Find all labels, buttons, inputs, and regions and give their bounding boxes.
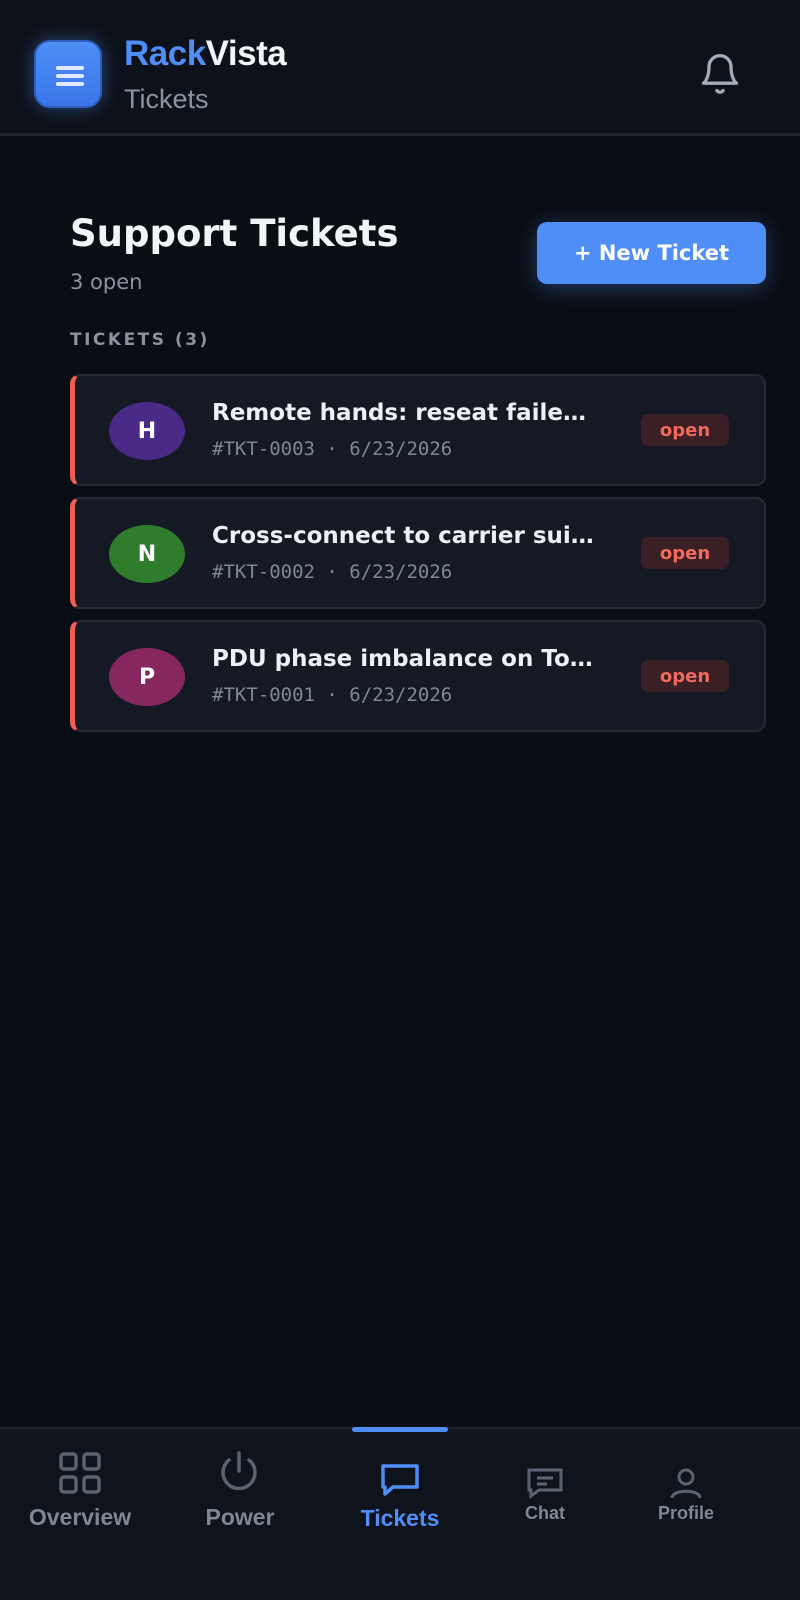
brand-part-2: Vista <box>205 34 287 73</box>
open-count: 3 open <box>70 270 143 294</box>
tab-label: Overview <box>28 1504 132 1530</box>
page-title: Support Tickets <box>70 212 399 255</box>
ticket-title: PDU phase imbalance on Tower <box>212 646 597 672</box>
tab-label: Power <box>205 1504 275 1530</box>
notifications-button[interactable] <box>698 50 742 98</box>
status-badge: open <box>641 537 729 569</box>
tab-overview[interactable]: Overview <box>0 1427 160 1600</box>
bell-icon <box>701 54 739 94</box>
ticket-avatar: H <box>109 402 185 460</box>
tab-tickets[interactable]: Tickets <box>320 1427 480 1600</box>
header-subtitle: Tickets <box>124 84 209 114</box>
tab-power[interactable]: Power <box>160 1427 320 1600</box>
brand-name: RackVista <box>124 34 287 74</box>
status-badge: open <box>641 660 729 692</box>
chat-icon <box>527 1468 563 1499</box>
new-ticket-button[interactable]: + New Ticket <box>537 222 766 284</box>
status-badge: open <box>641 414 729 446</box>
tab-label: Chat <box>525 1503 565 1523</box>
ticket-row[interactable]: N Cross-connect to carrier suite #TKT-00… <box>70 497 766 609</box>
app-header: RackVista Tickets <box>0 0 800 136</box>
ticket-title: Remote hands: reseat failed drive <box>212 400 597 426</box>
tab-label: Tickets <box>360 1505 440 1531</box>
ticket-title: Cross-connect to carrier suite <box>212 523 597 549</box>
message-square-icon <box>381 1464 419 1496</box>
ticket-meta: #TKT-0001 · 6/23/2026 <box>212 684 453 706</box>
tab-label: Profile <box>657 1503 714 1523</box>
ticket-meta: #TKT-0002 · 6/23/2026 <box>212 561 453 583</box>
tab-profile[interactable]: Profile <box>620 1427 752 1600</box>
ticket-row[interactable]: P PDU phase imbalance on Tower #TKT-0001… <box>70 620 766 732</box>
user-icon <box>670 1468 702 1499</box>
ticket-avatar: N <box>109 525 185 583</box>
power-icon <box>221 1451 257 1491</box>
brand-part-1: Rack <box>124 34 206 73</box>
tab-chat[interactable]: Chat <box>480 1427 610 1600</box>
grid-icon <box>59 1452 101 1494</box>
ticket-row[interactable]: H Remote hands: reseat failed drive #TKT… <box>70 374 766 486</box>
ticket-avatar: P <box>109 648 185 706</box>
menu-button[interactable] <box>34 40 102 108</box>
ticket-meta: #TKT-0003 · 6/23/2026 <box>212 438 453 460</box>
tickets-section-label: TICKETS (3) <box>70 330 210 350</box>
